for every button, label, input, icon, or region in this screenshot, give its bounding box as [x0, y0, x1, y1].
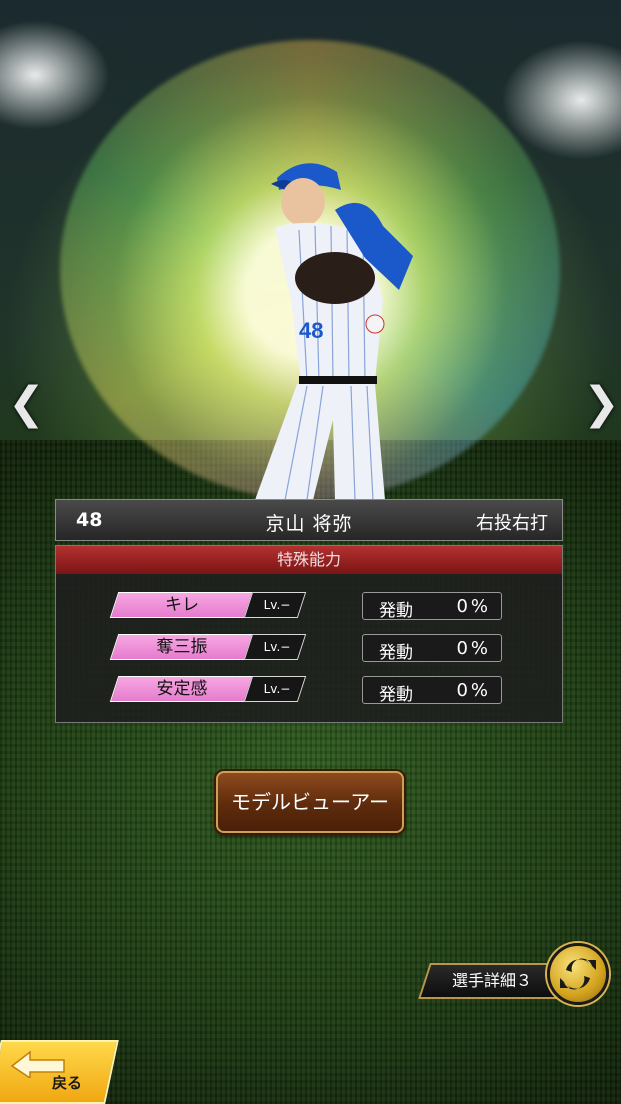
jersey-number: 48: [299, 318, 323, 343]
next-player-button[interactable]: ❯: [583, 380, 620, 428]
throw-bat-hand: 右投右打: [476, 513, 548, 534]
activation-rate: 0%: [456, 680, 491, 701]
ability-level: Lv.−: [263, 598, 291, 612]
swap-button[interactable]: [547, 943, 609, 1005]
model-viewer-button[interactable]: モデルビューアー: [216, 771, 404, 833]
ability-level: Lv.−: [263, 682, 291, 696]
ability-name: 奪三振: [156, 637, 208, 657]
player-image: 48: [255, 163, 413, 500]
panel-title: 特殊能力: [56, 546, 562, 574]
ability-level: Lv.−: [263, 640, 291, 654]
special-abilities-panel: 特殊能力 キレ Lv.− 発動 0% 奪三振 Lv.− 発動 0% 安定感 Lv…: [55, 545, 563, 723]
player-detail-label[interactable]: 選手詳細３: [432, 963, 552, 999]
stadium-light-left: [0, 20, 110, 130]
activate-label: 発動: [379, 643, 413, 663]
stadium-light-right: [501, 40, 621, 160]
ability-row: 奪三振 Lv.− 発動 0%: [56, 634, 562, 663]
activation-rate-box: 発動 0%: [362, 592, 502, 621]
activate-label: 発動: [379, 685, 413, 705]
back-label[interactable]: 戻る: [52, 1072, 82, 1093]
ability-name: 安定感: [156, 679, 208, 699]
swap-arrows-icon: [560, 958, 596, 990]
activation-rate: 0%: [456, 638, 491, 659]
activation-rate-box: 発動 0%: [362, 676, 502, 705]
ability-row: キレ Lv.− 発動 0%: [56, 592, 562, 621]
ability-row: 安定感 Lv.− 発動 0%: [56, 676, 562, 705]
activate-label: 発動: [379, 601, 413, 621]
ability-name: キレ: [165, 595, 199, 615]
prev-player-button[interactable]: ❮: [8, 380, 45, 428]
activation-rate-box: 発動 0%: [362, 634, 502, 663]
player-info-bar: 48 京山 将弥 右投右打: [55, 499, 563, 541]
activation-rate: 0%: [456, 596, 491, 617]
